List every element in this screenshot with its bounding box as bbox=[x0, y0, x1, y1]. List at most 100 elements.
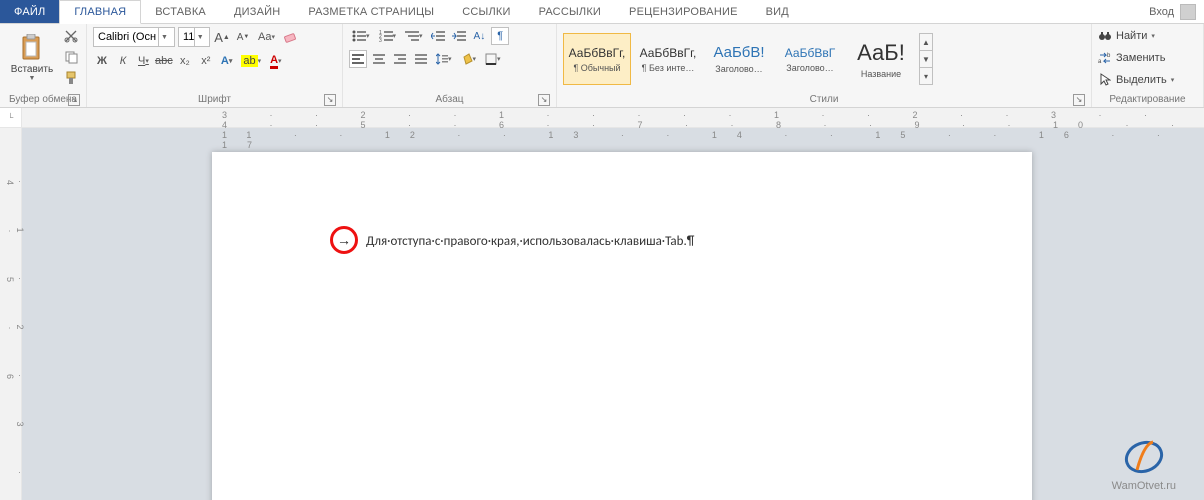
style-label: Заголово… bbox=[786, 63, 833, 73]
paste-button[interactable]: Вставить ▼ bbox=[6, 27, 58, 89]
align-left-button[interactable] bbox=[349, 50, 367, 68]
tab-home[interactable]: ГЛАВНАЯ bbox=[59, 0, 141, 24]
avatar-icon bbox=[1180, 4, 1196, 20]
cursor-icon bbox=[1098, 73, 1112, 87]
replace-icon: ab bbox=[1098, 51, 1112, 65]
style-item-2[interactable]: АаБбВ!Заголово… bbox=[705, 33, 773, 85]
font-color-button[interactable]: A▾ bbox=[267, 52, 284, 70]
superscript-button[interactable]: x² bbox=[197, 52, 215, 70]
document-canvas[interactable]: → Для·отступа·с·правого·края,·использова… bbox=[22, 128, 1204, 500]
tab-mailings[interactable]: РАССЫЛКИ bbox=[525, 0, 615, 23]
account-sign-in[interactable]: Вход bbox=[1141, 0, 1204, 23]
multilevel-list-button[interactable]: ▾ bbox=[402, 27, 426, 45]
align-center-icon bbox=[373, 54, 385, 64]
scroll-down-button[interactable]: ▼ bbox=[920, 51, 932, 68]
replace-button[interactable]: ab Заменить bbox=[1098, 49, 1174, 67]
shading-button[interactable]: ▾ bbox=[458, 50, 480, 68]
copy-icon bbox=[64, 50, 78, 64]
tab-arrow-icon: → bbox=[337, 232, 351, 248]
tab-design[interactable]: ДИЗАЙН bbox=[220, 0, 294, 23]
scroll-up-button[interactable]: ▲ bbox=[920, 34, 932, 51]
tab-references[interactable]: ССЫЛКИ bbox=[448, 0, 524, 23]
highlight-button[interactable]: ab▾ bbox=[238, 52, 264, 70]
ruler-corner[interactable]: └ bbox=[0, 108, 22, 127]
grow-font-button[interactable]: A▲ bbox=[213, 28, 231, 46]
styles-gallery: АаБбВвГг,¶ ОбычныйАаБбВвГг,¶ Без инте…Аа… bbox=[563, 33, 915, 85]
line-spacing-button[interactable]: ▾ bbox=[433, 50, 455, 68]
chevron-down-icon[interactable]: ▼ bbox=[194, 28, 205, 46]
document-text[interactable]: Для·отступа·с·правого·края,·использовала… bbox=[366, 234, 694, 249]
copy-button[interactable] bbox=[62, 48, 80, 66]
watermark: WamOtvet.ru bbox=[1112, 436, 1176, 492]
paragraph-dialog-launcher[interactable]: ↘ bbox=[538, 94, 550, 106]
shrink-font-button[interactable]: A▼ bbox=[234, 28, 252, 46]
tab-insert[interactable]: ВСТАВКА bbox=[141, 0, 220, 23]
ruler-horizontal[interactable]: 3 · · 2 · · 1 · · · · · 1 · · 2 · · 3 · … bbox=[22, 108, 1204, 127]
underline-button[interactable]: Ч▾ bbox=[135, 52, 152, 70]
watermark-logo-icon bbox=[1123, 436, 1165, 478]
bold-button[interactable]: Ж bbox=[93, 52, 111, 70]
show-paragraph-marks-button[interactable]: ¶ bbox=[491, 27, 509, 45]
style-label: ¶ Обычный bbox=[573, 63, 620, 73]
clipboard-dialog-launcher[interactable]: ↘ bbox=[68, 94, 80, 106]
align-center-button[interactable] bbox=[370, 50, 388, 68]
style-label: Название bbox=[861, 69, 901, 79]
increase-indent-button[interactable] bbox=[450, 27, 468, 45]
tab-view[interactable]: ВИД bbox=[752, 0, 803, 23]
indent-icon bbox=[452, 30, 466, 42]
numbering-button[interactable]: 123▾ bbox=[376, 27, 400, 45]
bullets-icon bbox=[352, 30, 366, 42]
group-clipboard: Вставить ▼ Буфер обмена↘ bbox=[0, 24, 87, 107]
find-button[interactable]: Найти▾ bbox=[1098, 27, 1174, 45]
format-painter-button[interactable] bbox=[62, 69, 80, 87]
sort-button[interactable]: A↓ bbox=[471, 27, 489, 45]
align-right-button[interactable] bbox=[391, 50, 409, 68]
styles-dialog-launcher[interactable]: ↘ bbox=[1073, 94, 1085, 106]
style-sample: АаБ! bbox=[857, 40, 905, 66]
line-spacing-icon bbox=[436, 53, 448, 65]
chevron-down-icon[interactable]: ▼ bbox=[158, 28, 170, 46]
paste-icon bbox=[17, 34, 47, 62]
styles-more-button[interactable]: ▾ bbox=[920, 68, 932, 84]
group-editing: Найти▾ ab Заменить Выделить▾ Редактирова… bbox=[1092, 24, 1204, 107]
style-sample: АаБбВвГ bbox=[785, 46, 835, 60]
styles-scroll: ▲ ▼ ▾ bbox=[919, 33, 933, 85]
style-sample: АаБбВ! bbox=[713, 44, 764, 61]
ruler-horizontal-wrap: └ 3 · · 2 · · 1 · · · · · 1 · · 2 · · 3 … bbox=[0, 108, 1204, 128]
outdent-icon bbox=[431, 30, 445, 42]
binoculars-icon bbox=[1098, 29, 1112, 43]
text-effects-button[interactable]: A▾ bbox=[218, 52, 235, 70]
italic-button[interactable]: К bbox=[114, 52, 132, 70]
change-case-button[interactable]: Aa▾ bbox=[255, 28, 278, 46]
font-dialog-launcher[interactable]: ↘ bbox=[324, 94, 336, 106]
font-size-input[interactable]: 11▼ bbox=[178, 27, 210, 47]
style-item-0[interactable]: АаБбВвГг,¶ Обычный bbox=[563, 33, 631, 85]
justify-icon bbox=[415, 54, 427, 64]
scissors-icon bbox=[64, 29, 78, 43]
select-button[interactable]: Выделить▾ bbox=[1098, 71, 1174, 89]
strikethrough-button[interactable]: abc bbox=[155, 52, 173, 70]
style-item-3[interactable]: АаБбВвГ Заголово… bbox=[776, 33, 844, 85]
bullets-button[interactable]: ▾ bbox=[349, 27, 373, 45]
sign-in-label: Вход bbox=[1149, 6, 1174, 18]
style-item-4[interactable]: АаБ! Название bbox=[847, 33, 915, 85]
group-styles: АаБбВвГг,¶ ОбычныйАаБбВвГг,¶ Без инте…Аа… bbox=[557, 24, 1092, 107]
style-sample: АаБбВвГг, bbox=[640, 46, 697, 60]
justify-button[interactable] bbox=[412, 50, 430, 68]
tab-page-layout[interactable]: РАЗМЕТКА СТРАНИЦЫ bbox=[294, 0, 448, 23]
ruler-vertical[interactable]: · 1 · 2 · 3 · 4 · 5 · 6 bbox=[0, 128, 22, 500]
clear-formatting-button[interactable] bbox=[281, 28, 299, 46]
svg-text:a: a bbox=[1098, 59, 1102, 64]
brush-icon bbox=[64, 71, 78, 85]
page[interactable]: → Для·отступа·с·правого·края,·использова… bbox=[212, 152, 1032, 500]
tab-file[interactable]: ФАЙЛ bbox=[0, 0, 59, 23]
subscript-button[interactable]: x₂ bbox=[176, 52, 194, 70]
font-name-input[interactable]: Calibri (Осн▼ bbox=[93, 27, 175, 47]
style-item-1[interactable]: АаБбВвГг, ¶ Без инте… bbox=[634, 33, 702, 85]
borders-button[interactable]: ▾ bbox=[482, 50, 504, 68]
cut-button[interactable] bbox=[62, 27, 80, 45]
group-paragraph: ▾ 123▾ ▾ A↓ ¶ ▾ ▾ ▾ А bbox=[343, 24, 557, 107]
style-label: ¶ Без инте… bbox=[642, 63, 695, 73]
tab-review[interactable]: РЕЦЕНЗИРОВАНИЕ bbox=[615, 0, 752, 23]
decrease-indent-button[interactable] bbox=[429, 27, 447, 45]
